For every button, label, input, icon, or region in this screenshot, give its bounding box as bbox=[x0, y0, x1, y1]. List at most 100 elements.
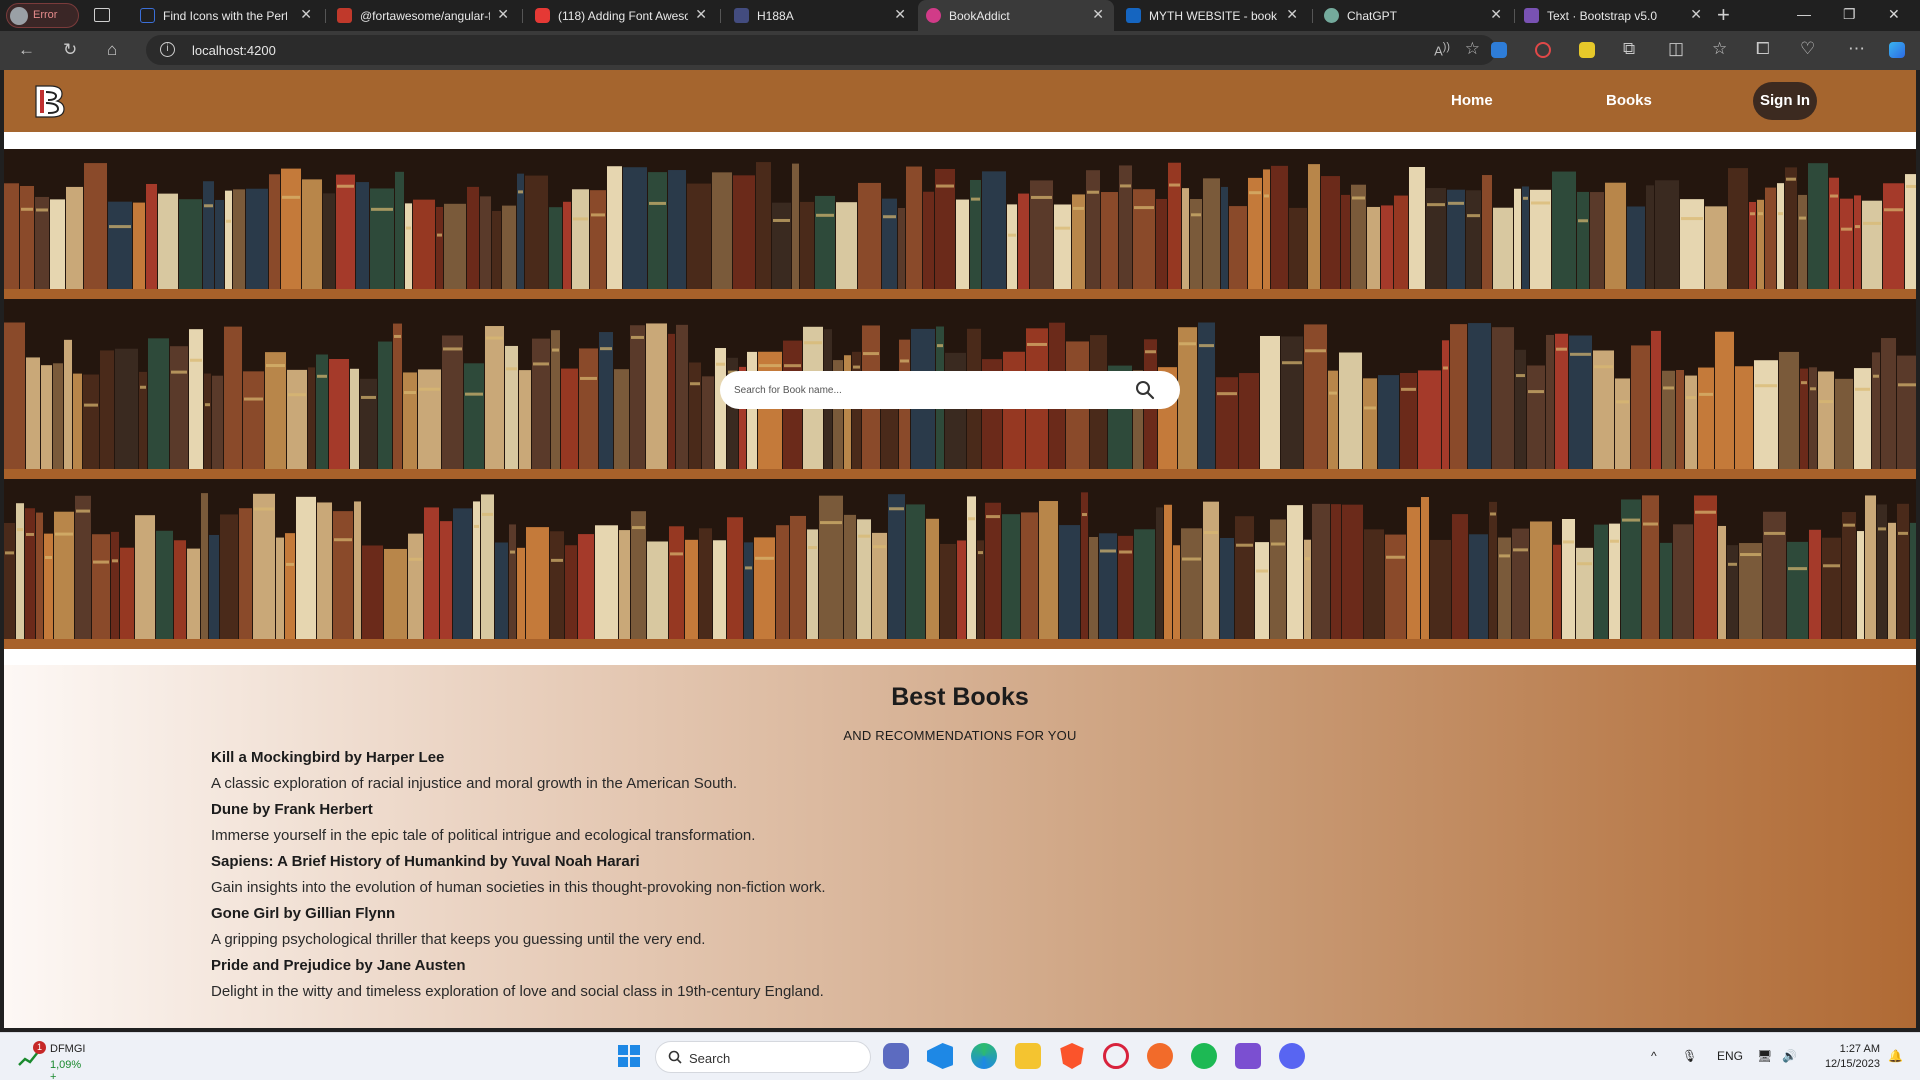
split-screen-icon[interactable]: ◫ bbox=[1668, 39, 1684, 59]
address-bar[interactable]: i localhost:4200 A)) ☆ bbox=[146, 35, 1496, 65]
browser-toolbar: ← ↻ ⌂ i localhost:4200 A)) ☆ ⧉ ◫ ☆ ⧠ ♡ ⋯ bbox=[0, 31, 1920, 70]
discord-icon[interactable] bbox=[1279, 1043, 1305, 1069]
url-text[interactable]: localhost:4200 bbox=[192, 43, 276, 58]
more-icon[interactable]: ⋯ bbox=[1848, 39, 1865, 59]
stock-value: 1,09% + bbox=[50, 1059, 82, 1080]
read-aloud-icon[interactable]: A)) bbox=[1434, 41, 1450, 58]
search-label: Search bbox=[689, 1051, 731, 1066]
visual-studio-icon[interactable] bbox=[1235, 1043, 1261, 1069]
book-description: Immerse yourself in the epic tale of pol… bbox=[211, 827, 756, 844]
new-tab-icon[interactable]: + bbox=[1717, 2, 1730, 28]
favorite-star-icon[interactable]: ☆ bbox=[1465, 39, 1480, 59]
book-title: Pride and Prejudice by Jane Austen bbox=[211, 957, 466, 974]
extension-icon[interactable] bbox=[1579, 42, 1595, 58]
book-title: Kill a Mockingbird by Harper Lee bbox=[211, 749, 445, 766]
book-item: Dune by Frank Herbert Immerse yourself i… bbox=[211, 797, 755, 849]
reload-icon[interactable]: ↻ bbox=[63, 40, 77, 60]
close-tab-icon[interactable]: ✕ bbox=[695, 7, 707, 21]
windows-start-icon[interactable] bbox=[616, 1043, 642, 1069]
tab-chatgpt[interactable]: ChatGPT ✕ bbox=[1316, 0, 1512, 31]
volume-icon[interactable]: 🔊 bbox=[1782, 1049, 1797, 1063]
tab-title: Text · Bootstrap v5.0 bbox=[1547, 9, 1658, 23]
network-icon[interactable]: 🖥 bbox=[1757, 1049, 1772, 1063]
edge-icon[interactable] bbox=[971, 1043, 997, 1069]
restore-icon[interactable]: ❐ bbox=[1843, 6, 1856, 23]
site-header: Home Books Sign In bbox=[4, 70, 1916, 132]
bootstrap-icon bbox=[1524, 8, 1539, 23]
tab-bookaddict[interactable]: BookAddict ✕ bbox=[918, 0, 1114, 31]
windows-taskbar: 1 DFMGI 1,09% + Search ^ 🎙 ENG 🖥 🔊 1:27 … bbox=[0, 1032, 1920, 1080]
book-item: Sapiens: A Brief History of Humankind by… bbox=[211, 849, 826, 901]
performance-icon[interactable]: ♡ bbox=[1800, 39, 1815, 59]
sign-in-button[interactable]: Sign In bbox=[1753, 82, 1817, 120]
tab-fortawesome[interactable]: @fortawesome/angular-f ✕ bbox=[329, 0, 519, 31]
best-books-section: Best Books AND RECOMMENDATIONS FOR YOU K… bbox=[4, 665, 1916, 1028]
search-input[interactable] bbox=[734, 380, 1114, 400]
profile-status: Error bbox=[33, 9, 58, 21]
language-indicator[interactable]: ENG bbox=[1717, 1049, 1743, 1063]
book-item: Kill a Mockingbird by Harper Lee A class… bbox=[211, 745, 737, 797]
book-title: Dune by Frank Herbert bbox=[211, 801, 373, 818]
copilot-icon[interactable] bbox=[1889, 42, 1905, 58]
microphone-icon[interactable]: 🎙 bbox=[1682, 1049, 1697, 1063]
nav-home[interactable]: Home bbox=[1451, 92, 1493, 109]
tab-find-icons[interactable]: Find Icons with the Perfe ✕ bbox=[132, 0, 322, 31]
chatgpt-icon bbox=[1324, 8, 1339, 23]
nav-books[interactable]: Books bbox=[1606, 92, 1652, 109]
postman-icon[interactable] bbox=[1147, 1043, 1173, 1069]
puzzle-icon[interactable]: ⧉ bbox=[1623, 39, 1635, 59]
close-tab-icon[interactable]: ✕ bbox=[1092, 7, 1104, 21]
vscode-icon[interactable] bbox=[927, 1043, 953, 1069]
file-explorer-icon[interactable] bbox=[1015, 1043, 1041, 1069]
notification-bell-icon[interactable]: 🔔 bbox=[1888, 1049, 1903, 1063]
tab-title: H188A bbox=[757, 9, 794, 23]
tab-myth-website[interactable]: MYTH WEBSITE - book s ✕ bbox=[1118, 0, 1308, 31]
teams-icon[interactable] bbox=[883, 1043, 909, 1069]
record-icon[interactable] bbox=[1535, 42, 1551, 58]
tab-bootstrap[interactable]: Text · Bootstrap v5.0 ✕ bbox=[1516, 0, 1712, 31]
site-info-icon[interactable]: i bbox=[160, 42, 175, 57]
profile-button[interactable]: Error bbox=[6, 3, 79, 28]
site-icon bbox=[734, 8, 749, 23]
extension-icon[interactable] bbox=[1491, 42, 1507, 58]
close-tab-icon[interactable]: ✕ bbox=[300, 7, 312, 21]
avatar bbox=[10, 7, 28, 25]
tab-h188a[interactable]: H188A ✕ bbox=[726, 0, 916, 31]
flag-icon bbox=[140, 8, 155, 23]
notification-badge: 1 bbox=[33, 1041, 46, 1054]
npm-icon bbox=[337, 8, 352, 23]
section-title: Best Books bbox=[891, 683, 1029, 711]
opera-icon[interactable] bbox=[1103, 1043, 1129, 1069]
system-clock[interactable]: 1:27 AM 12/15/2023 bbox=[1810, 1042, 1880, 1072]
book-description: A classic exploration of racial injustic… bbox=[211, 775, 738, 792]
bookaddict-icon bbox=[926, 8, 941, 23]
home-icon[interactable]: ⌂ bbox=[107, 40, 117, 60]
spotify-icon[interactable] bbox=[1191, 1043, 1217, 1069]
book-item: Gone Girl by Gillian Flynn A gripping ps… bbox=[211, 901, 705, 953]
close-tab-icon[interactable]: ✕ bbox=[497, 7, 509, 21]
minimize-icon[interactable]: — bbox=[1797, 6, 1811, 22]
close-tab-icon[interactable]: ✕ bbox=[1286, 7, 1298, 21]
close-tab-icon[interactable]: ✕ bbox=[1690, 7, 1702, 21]
clock-date: 12/15/2023 bbox=[1824, 1058, 1880, 1070]
close-tab-icon[interactable]: ✕ bbox=[1490, 7, 1502, 21]
brave-icon[interactable] bbox=[1060, 1043, 1084, 1069]
tab-title: Find Icons with the Perfe bbox=[163, 9, 287, 23]
book-item: Pride and Prejudice by Jane Austen Delig… bbox=[211, 953, 824, 1005]
close-tab-icon[interactable]: ✕ bbox=[894, 7, 906, 21]
hero-bookshelf-banner bbox=[4, 149, 1916, 649]
tab-actions-icon[interactable] bbox=[94, 8, 110, 22]
tab-title: @fortawesome/angular-f bbox=[360, 9, 490, 23]
collections-icon[interactable]: ⧠ bbox=[1756, 39, 1770, 59]
tab-youtube[interactable]: (118) Adding Font Aweso ✕ bbox=[527, 0, 717, 31]
favorites-icon[interactable]: ☆ bbox=[1712, 39, 1727, 59]
search-icon[interactable] bbox=[1134, 379, 1156, 401]
taskbar-search[interactable]: Search bbox=[655, 1041, 871, 1073]
book-description: A gripping psychological thriller that k… bbox=[211, 931, 706, 948]
clock-time: 1:27 AM bbox=[1839, 1043, 1880, 1055]
tab-title: ChatGPT bbox=[1347, 9, 1398, 23]
close-window-icon[interactable]: ✕ bbox=[1888, 6, 1900, 23]
back-icon[interactable]: ← bbox=[18, 40, 35, 60]
bookaddict-logo[interactable] bbox=[30, 82, 68, 120]
chevron-up-icon[interactable]: ^ bbox=[1651, 1049, 1657, 1063]
